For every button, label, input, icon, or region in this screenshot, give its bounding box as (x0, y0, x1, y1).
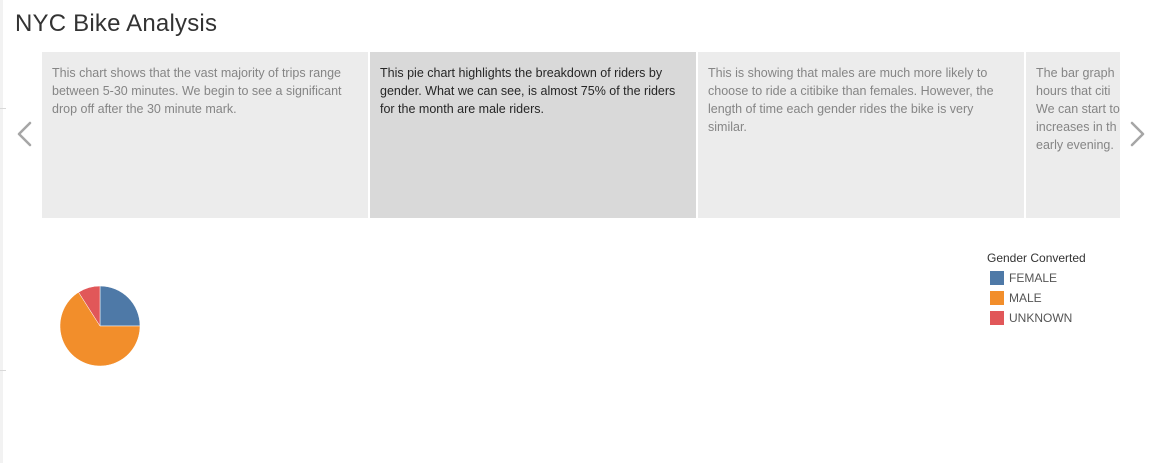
gender-pie-chart[interactable] (58, 284, 142, 368)
chevron-left-icon (17, 121, 32, 147)
legend-item-unknown[interactable]: UNKNOWN (990, 311, 1072, 325)
left-edge-divider (0, 0, 3, 463)
chevron-right-icon (1130, 121, 1145, 147)
legend-swatch-female (990, 271, 1004, 285)
legend-swatch-male (990, 291, 1004, 305)
pie-slice-female[interactable] (99, 285, 141, 327)
story-point-4[interactable]: The bar graph hours that citi We can sta… (1026, 52, 1120, 218)
legend-label: FEMALE (1009, 271, 1058, 285)
legend-item-male[interactable]: MALE (990, 291, 1042, 305)
story-navigator: This chart shows that the vast majority … (42, 52, 1120, 218)
previous-story-point-button[interactable] (13, 118, 37, 150)
story-point-caption: This chart shows that the vast majority … (52, 66, 342, 116)
legend-label: UNKNOWN (1009, 311, 1073, 325)
story-point-caption: This is showing that males are much more… (708, 66, 994, 134)
legend-swatch-unknown (990, 311, 1004, 325)
story-point-3[interactable]: This is showing that males are much more… (698, 52, 1024, 218)
next-story-point-button[interactable] (1125, 118, 1149, 150)
legend-item-female[interactable]: FEMALE (990, 271, 1057, 285)
left-edge-tick (0, 370, 6, 371)
page-title: NYC Bike Analysis (15, 10, 218, 37)
legend-label: MALE (1009, 291, 1042, 305)
story-point-1[interactable]: This chart shows that the vast majority … (42, 52, 368, 218)
story-point-2[interactable]: This pie chart highlights the breakdown … (370, 52, 696, 218)
story-point-caption: This pie chart highlights the breakdown … (380, 66, 676, 116)
left-edge-tick (0, 108, 6, 109)
pie-chart-svg (59, 285, 141, 367)
legend-title: Gender Converted (987, 251, 1086, 265)
story-point-caption: The bar graph hours that citi We can sta… (1036, 66, 1120, 152)
